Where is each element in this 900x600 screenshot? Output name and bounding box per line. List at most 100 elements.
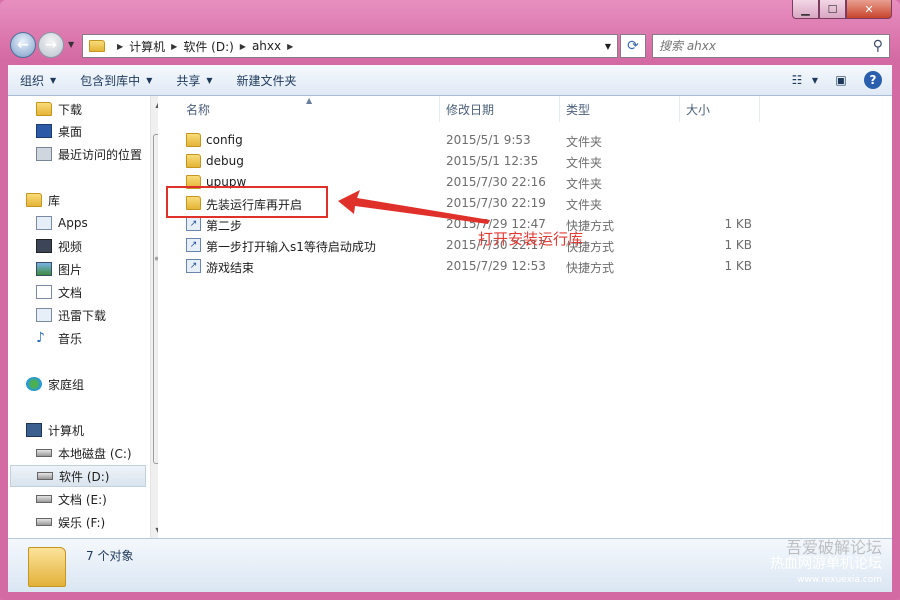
address-dropdown-icon[interactable]: ▼ xyxy=(605,42,611,51)
include-in-library-menu[interactable]: 包含到库中 ▼ xyxy=(68,72,164,89)
recent-pages-dropdown[interactable]: ▼ xyxy=(68,40,74,49)
breadcrumb-computer[interactable]: 计算机 xyxy=(129,38,165,55)
search-icon[interactable]: ⚲ xyxy=(873,38,883,54)
sidebar-item-apps[interactable]: Apps xyxy=(36,212,158,234)
scrollbar-thumb[interactable] xyxy=(153,134,158,464)
back-button[interactable]: ← xyxy=(10,32,36,58)
sidebar-item-drive-d[interactable]: 软件 (D:) xyxy=(10,465,146,487)
forward-arrow-icon: → xyxy=(45,37,57,53)
sidebar-item-label: Apps xyxy=(58,216,88,230)
sidebar-item-label: 库 xyxy=(48,193,61,208)
back-arrow-icon: ← xyxy=(17,37,29,53)
file-size: 1 KB xyxy=(724,259,752,273)
navigation-pane: 下载 桌面 最近访问的位置 库 Apps 视频 图片 文档 迅雷下载 ♪ 音乐 家… xyxy=(8,96,158,538)
share-menu[interactable]: 共享 ▼ xyxy=(164,72,224,89)
sidebar-item-thunder-downloads[interactable]: 迅雷下载 xyxy=(36,304,158,326)
annotation-arrow-icon xyxy=(338,190,490,224)
desktop-icon xyxy=(36,124,52,138)
minimize-button[interactable]: ▁ xyxy=(792,0,819,19)
sidebar-item-videos[interactable]: 视频 xyxy=(36,235,158,257)
file-name: debug xyxy=(206,154,244,168)
breadcrumb-drive-d[interactable]: 软件 (D:) xyxy=(183,38,233,55)
sidebar-item-drive-f[interactable]: 娱乐 (F:) xyxy=(36,511,158,533)
sidebar-scrollbar[interactable]: ▲ ≡ ▼ xyxy=(150,96,158,538)
watermark-line2: 热血网游单机论坛 xyxy=(770,556,882,572)
preview-pane-button[interactable]: ▣ xyxy=(830,69,852,91)
organize-label: 组织 xyxy=(20,73,45,88)
sidebar-item-documents[interactable]: 文档 xyxy=(36,281,158,303)
chevron-down-icon: ▼ xyxy=(811,75,819,85)
file-row[interactable]: debug 2015/5/1 12:35 文件夹 xyxy=(168,151,892,172)
change-view-button[interactable]: ☷ xyxy=(786,69,808,91)
help-icon: ? xyxy=(864,71,882,89)
annotation-highlight-box xyxy=(166,186,328,218)
document-icon xyxy=(36,285,52,299)
file-row[interactable]: config 2015/5/1 9:53 文件夹 xyxy=(168,130,892,151)
command-bar: 组织 ▼ 包含到库中 ▼ 共享 ▼ 新建文件夹 ☷ ▼ ▣ ? xyxy=(8,65,892,96)
breadcrumb-separator-icon[interactable]: ▶ xyxy=(240,42,246,51)
maximize-button[interactable]: ☐ xyxy=(819,0,846,19)
close-button[interactable]: ✕ xyxy=(846,0,892,19)
library-folder-icon xyxy=(36,216,52,230)
breadcrumb-separator-icon[interactable]: ▶ xyxy=(287,42,293,51)
column-name-label: 名称 xyxy=(186,102,211,117)
column-header-type[interactable]: 类型 xyxy=(560,96,680,122)
file-name: 第二步 xyxy=(206,219,243,233)
column-type-label: 类型 xyxy=(566,102,591,117)
breadcrumb-separator-icon[interactable]: ▶ xyxy=(117,42,123,51)
sidebar-item-label: 娱乐 (F:) xyxy=(58,515,106,530)
organize-menu[interactable]: 组织 ▼ xyxy=(8,72,68,89)
column-header-size[interactable]: 大小 xyxy=(680,96,760,122)
column-header-name[interactable]: 名称 xyxy=(168,96,440,122)
sidebar-item-music[interactable]: ♪ 音乐 xyxy=(36,327,158,349)
search-input[interactable] xyxy=(659,39,859,53)
main-area: 下载 桌面 最近访问的位置 库 Apps 视频 图片 文档 迅雷下载 ♪ 音乐 家… xyxy=(8,96,892,538)
forward-button[interactable]: → xyxy=(38,32,64,58)
caption-buttons: ▁ ☐ ✕ xyxy=(792,0,892,19)
sidebar-item-downloads[interactable]: 下载 xyxy=(36,98,158,120)
drive-icon xyxy=(36,449,52,457)
help-button[interactable]: ? xyxy=(862,69,884,91)
sidebar-item-drive-c[interactable]: 本地磁盘 (C:) xyxy=(36,442,158,464)
refresh-button[interactable]: ⟳ xyxy=(620,34,646,58)
column-header-date[interactable]: 修改日期 xyxy=(440,96,560,122)
file-row[interactable]: 游戏结束 2015/7/29 12:53 快捷方式 1 KB xyxy=(168,256,892,277)
file-date: 2015/5/1 9:53 xyxy=(446,133,531,147)
sidebar-item-pictures[interactable]: 图片 xyxy=(36,258,158,280)
sidebar-item-computer[interactable]: 计算机 xyxy=(26,419,158,441)
new-folder-button[interactable]: 新建文件夹 xyxy=(225,72,309,89)
new-folder-label: 新建文件夹 xyxy=(236,73,297,88)
breadcrumb-ahxx[interactable]: ahxx xyxy=(252,39,281,53)
sidebar-item-label: 图片 xyxy=(58,262,83,277)
sidebar-item-homegroup[interactable]: 家庭组 xyxy=(26,373,158,395)
sidebar-item-drive-e[interactable]: 文档 (E:) xyxy=(36,488,158,510)
sidebar-item-label: 桌面 xyxy=(58,124,83,139)
sidebar-item-libraries[interactable]: 库 xyxy=(26,189,158,211)
sidebar-item-desktop[interactable]: 桌面 xyxy=(36,120,158,142)
search-box: ⚲ xyxy=(652,34,890,58)
scroll-up-icon[interactable]: ▲ xyxy=(151,96,158,112)
address-bar[interactable]: ▶ 计算机 ▶ 软件 (D:) ▶ ahxx ▶ ▼ xyxy=(82,34,618,58)
sidebar-item-label: 迅雷下载 xyxy=(58,308,107,323)
library-folder-icon xyxy=(36,308,52,322)
sidebar-item-label: 最近访问的位置 xyxy=(58,147,143,162)
scroll-down-icon[interactable]: ▼ xyxy=(151,522,158,538)
view-dropdown-button[interactable]: ▼ xyxy=(810,69,820,91)
sidebar-item-label: 视频 xyxy=(58,239,83,254)
chevron-down-icon: ▼ xyxy=(146,75,153,85)
file-size: 1 KB xyxy=(724,217,752,231)
watermark-line1: 吾爱破解论坛 xyxy=(785,538,882,557)
music-icon: ♪ xyxy=(36,330,45,346)
file-name: 游戏结束 xyxy=(206,261,255,275)
chevron-down-icon: ▼ xyxy=(50,75,57,85)
sidebar-item-recent-places[interactable]: 最近访问的位置 xyxy=(36,143,158,165)
explorer-window: ▁ ☐ ✕ ← → ▼ ▶ 计算机 ▶ 软件 (D:) ▶ ahxx ▶ ▼ ⟳… xyxy=(0,0,900,600)
view-list-icon: ☷ xyxy=(791,73,803,87)
shortcut-icon xyxy=(186,259,201,273)
sidebar-item-label: 下载 xyxy=(58,102,83,117)
navigation-bar: ← → ▼ ▶ 计算机 ▶ 软件 (D:) ▶ ahxx ▶ ▼ ⟳ ⚲ xyxy=(8,30,892,62)
sidebar-item-label: 软件 (D:) xyxy=(59,469,110,484)
file-type: 文件夹 xyxy=(566,198,603,212)
sidebar-item-label: 本地磁盘 (C:) xyxy=(58,446,132,461)
breadcrumb-separator-icon[interactable]: ▶ xyxy=(171,42,177,51)
